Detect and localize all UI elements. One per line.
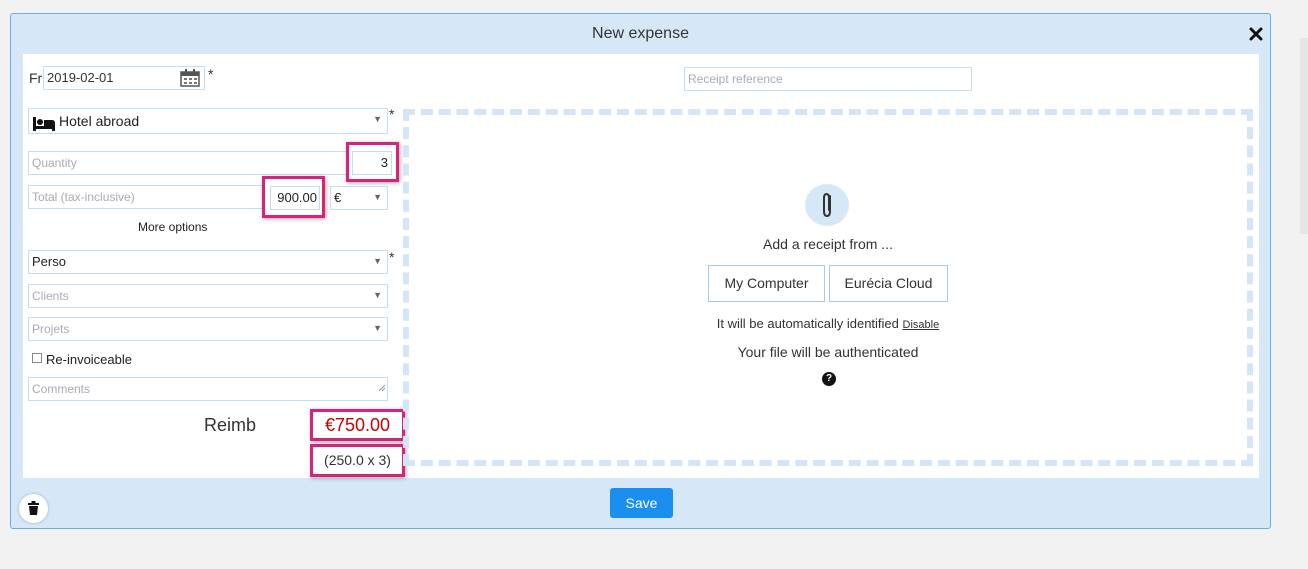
auto-identify-text: It will be automatically identified xyxy=(716,316,899,331)
reimb-amount: €750.00 xyxy=(310,409,405,441)
currency-select[interactable]: € ▼ xyxy=(330,186,388,210)
chevron-down-icon: ▼ xyxy=(373,192,382,202)
my-computer-button[interactable]: My Computer xyxy=(708,265,825,302)
trash-icon xyxy=(28,501,39,520)
quantity-highlight: 3 xyxy=(346,142,399,182)
resize-handle-icon[interactable] xyxy=(378,377,386,399)
comments-placeholder: Comments xyxy=(32,382,91,396)
total-highlight: 900.00 xyxy=(262,176,325,218)
eurecia-cloud-button[interactable]: Eurécia Cloud xyxy=(829,265,948,302)
dialog-content: Fri 2019-02-01 * Receipt reference Hotel… xyxy=(23,54,1259,478)
add-receipt-prompt: Add a receipt from ... xyxy=(763,236,893,252)
category-value: Hotel abroad xyxy=(59,113,140,129)
bed-icon xyxy=(33,114,55,138)
help-icon-glyph: ? xyxy=(825,373,833,384)
currency-value: € xyxy=(334,190,342,205)
clients-select[interactable]: Clients ▼ xyxy=(28,284,388,308)
reimb-detail: (250.0 x 3) xyxy=(310,444,405,477)
projects-placeholder: Projets xyxy=(32,322,70,336)
reimb-label: Reimb xyxy=(204,415,257,435)
save-button[interactable]: Save xyxy=(610,488,673,518)
chevron-down-icon: ▼ xyxy=(373,290,382,300)
calendar-icon[interactable] xyxy=(180,69,200,94)
authenticated-text: Your file will be authenticated xyxy=(737,344,919,360)
chevron-down-icon: ▼ xyxy=(373,114,382,124)
close-icon[interactable] xyxy=(1246,23,1266,45)
receipt-reference-input[interactable]: Receipt reference xyxy=(684,67,972,91)
category-required-mark: * xyxy=(389,106,395,122)
date-input[interactable]: 2019-02-01 xyxy=(43,66,205,90)
quantity-input[interactable]: 3 xyxy=(352,151,392,175)
page-scrollbar[interactable] xyxy=(1300,38,1308,234)
comments-textarea[interactable]: Comments xyxy=(28,377,388,401)
account-select[interactable]: Perso ▼ xyxy=(28,250,388,274)
disable-link[interactable]: Disable xyxy=(903,319,940,331)
receipt-dropzone[interactable] xyxy=(403,109,1253,466)
paperclip-icon xyxy=(805,184,849,226)
delete-button[interactable] xyxy=(19,494,48,523)
total-input[interactable]: 900.00 xyxy=(270,186,320,210)
category-select[interactable]: Hotel abroad ▼ xyxy=(28,108,388,134)
reinvoiceable-checkbox[interactable] xyxy=(32,353,42,363)
reinvoiceable-label: Re-invoiceable xyxy=(46,352,132,367)
receipt-reference-placeholder: Receipt reference xyxy=(688,72,783,86)
projects-select[interactable]: Projets ▼ xyxy=(28,317,388,341)
total-placeholder: Total (tax-inclusive) xyxy=(32,190,135,204)
total-field: Total (tax-inclusive) xyxy=(28,185,268,209)
chevron-down-icon: ▼ xyxy=(373,256,382,266)
quantity-value: 3 xyxy=(380,155,388,170)
quantity-placeholder: Quantity xyxy=(32,156,77,170)
account-value: Perso xyxy=(32,254,66,269)
total-value: 900.00 xyxy=(277,190,317,205)
chevron-down-icon: ▼ xyxy=(373,323,382,333)
new-expense-dialog: New expense Fri 2019-02-01 * Receipt ref… xyxy=(10,13,1271,529)
account-required-mark: * xyxy=(389,249,395,265)
date-required-mark: * xyxy=(208,66,214,82)
help-icon[interactable]: ? xyxy=(822,372,836,386)
date-value: 2019-02-01 xyxy=(47,70,114,85)
auto-identify-line: It will be automatically identified Disa… xyxy=(653,316,1003,331)
clients-placeholder: Clients xyxy=(32,289,69,303)
dialog-title: New expense xyxy=(592,25,689,42)
quantity-field: Quantity xyxy=(28,151,368,175)
more-options-link[interactable]: More options xyxy=(138,220,207,234)
